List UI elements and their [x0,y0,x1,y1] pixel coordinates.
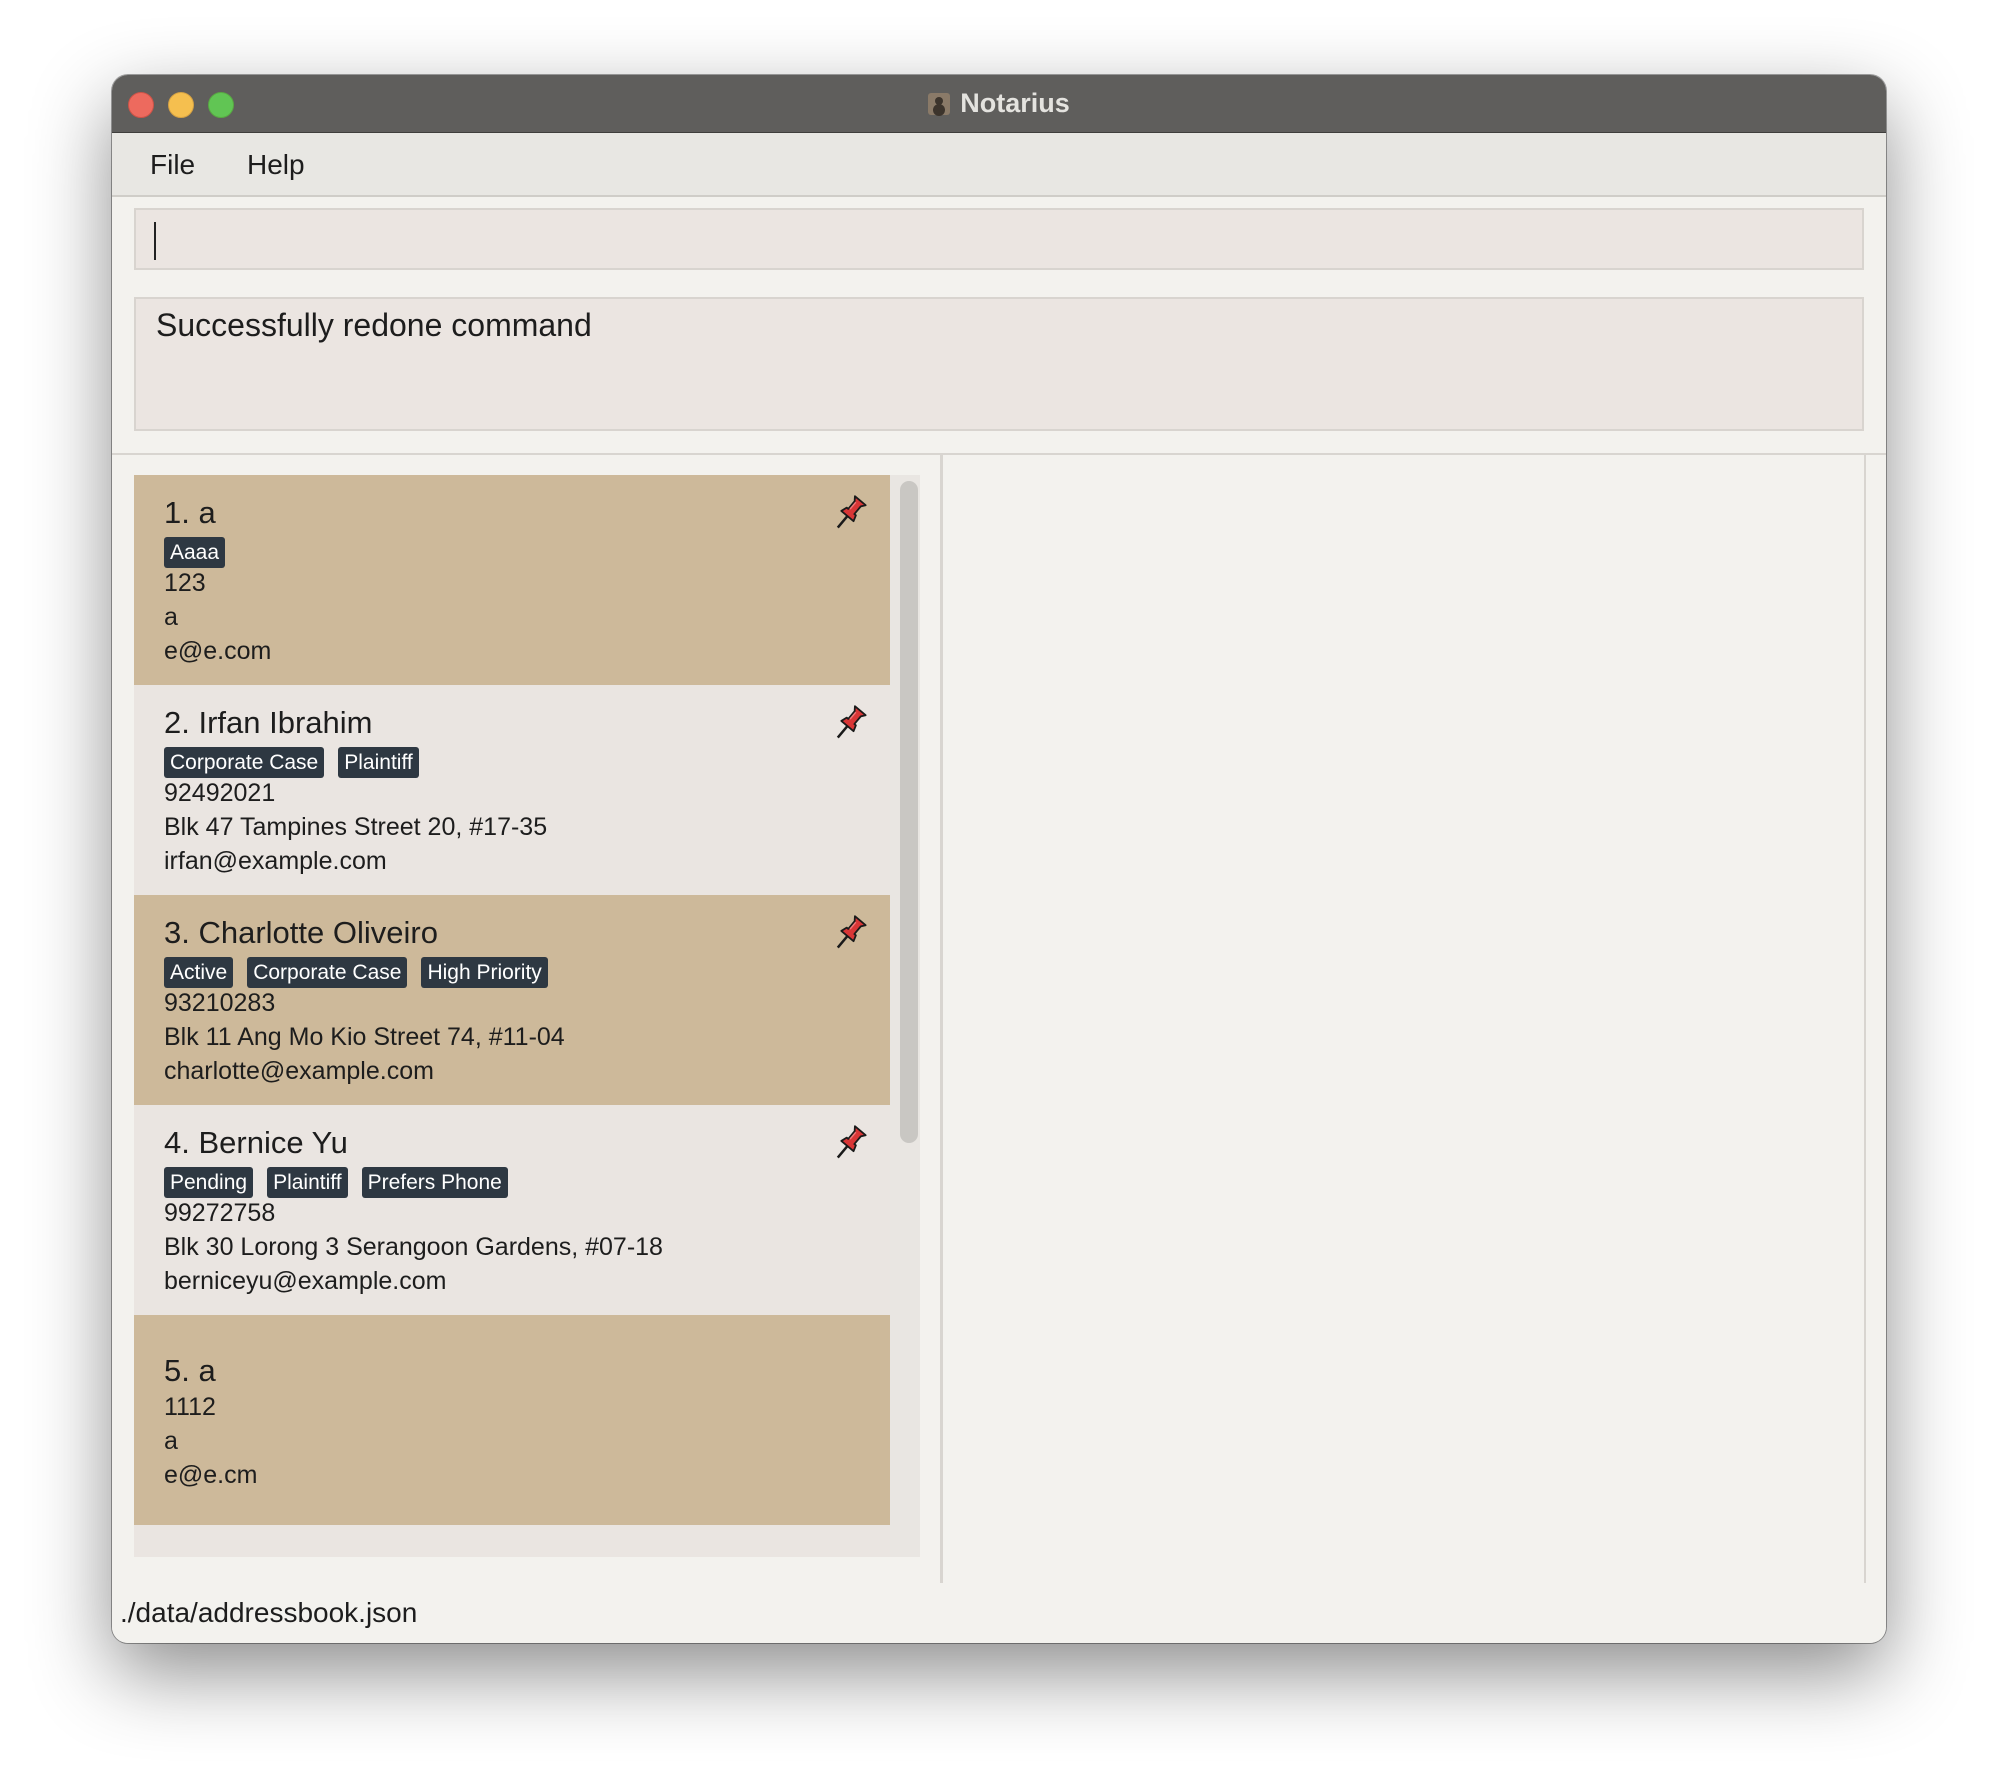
person-card[interactable]: 1. a Aaaa 123 a e@e.com [134,475,890,685]
tag-badge: High Priority [421,957,548,988]
status-bar: ./data/addressbook.json [112,1583,1886,1643]
result-display: Successfully redone command [134,297,1864,431]
status-file-path: ./data/addressbook.json [120,1597,418,1628]
person-tags: Pending Plaintiff Prefers Phone [164,1167,508,1198]
person-email: e@e.com [164,637,272,665]
person-address: a [164,603,178,631]
person-phone: 92492021 [164,779,276,807]
text-caret [154,222,156,260]
person-address: Blk 47 Tampines Street 20, #17-35 [164,813,548,841]
person-card[interactable]: 6. Betsy Crowe [134,1525,890,1557]
menu-bar: File Help [112,133,1886,197]
title-bar: Notarius [112,75,1886,133]
person-email: e@e.cm [164,1461,258,1489]
pin-icon [830,1123,870,1163]
split-divider[interactable] [940,455,943,1585]
app-icon [928,92,951,115]
person-list[interactable]: 1. a Aaaa 123 a e@e.com 2. Irfan Ibrahim Corpo… [134,475,920,1557]
person-phone: 93210283 [164,989,276,1017]
person-email: charlotte@example.com [164,1057,434,1085]
person-card[interactable]: 3. Charlotte Oliveiro Active Corporate Cas… [134,895,890,1105]
tag-badge: Corporate Case [247,957,408,988]
person-name: 5. a [164,1353,216,1388]
person-phone: 1112 [164,1393,216,1421]
person-address: Blk 11 Ang Mo Kio Street 74, #11-04 [164,1023,565,1051]
list-scrollbar[interactable] [894,475,918,1557]
app-window: Notarius File Help Successfully redone c… [112,75,1886,1643]
person-name: 2. Irfan Ibrahim [164,705,373,740]
result-message: Successfully redone command [156,307,592,343]
command-input[interactable] [134,208,1864,270]
tag-badge: Aaaa [164,537,226,568]
person-email: irfan@example.com [164,847,387,875]
tag-badge: Pending [164,1167,254,1198]
person-phone: 123 [164,569,206,597]
window-title: Notarius [960,88,1070,118]
list-scrollbar-thumb[interactable] [900,481,918,1143]
person-name: 3. Charlotte Oliveiro [164,915,438,950]
person-name: 1. a [164,495,216,530]
detail-panel [944,455,1866,1585]
tag-badge: Corporate Case [164,747,325,778]
person-card[interactable]: 5. a 1112 a e@e.cm [134,1315,890,1525]
person-card[interactable]: 4. Bernice Yu Pending Plaintiff Prefers Pho… [134,1105,890,1315]
pin-icon [830,703,870,743]
tag-badge: Active [164,957,234,988]
pin-icon [830,493,870,533]
person-card[interactable]: 2. Irfan Ibrahim Corporate Case Plaintiff 9… [134,685,890,895]
tag-badge: Plaintiff [338,747,419,778]
main-split-pane: 1. a Aaaa 123 a e@e.com 2. Irfan Ibrahim Corpo… [112,453,1886,1585]
person-address: a [164,1427,178,1455]
menu-help[interactable]: Help [239,145,313,185]
tag-badge: Plaintiff [267,1167,348,1198]
pin-icon [830,913,870,953]
menu-file[interactable]: File [142,145,203,185]
person-address: Blk 30 Lorong 3 Serangoon Gardens, #07-1… [164,1233,663,1261]
person-phone: 99272758 [164,1199,276,1227]
person-tags: Aaaa [164,537,226,568]
window-title-group: Notarius [112,75,1886,132]
person-tags: Active Corporate Case High Priority [164,957,548,988]
tag-badge: Prefers Phone [361,1167,508,1198]
person-email: berniceyu@example.com [164,1267,447,1295]
person-name: 4. Bernice Yu [164,1125,348,1160]
person-tags: Corporate Case Plaintiff [164,747,419,778]
